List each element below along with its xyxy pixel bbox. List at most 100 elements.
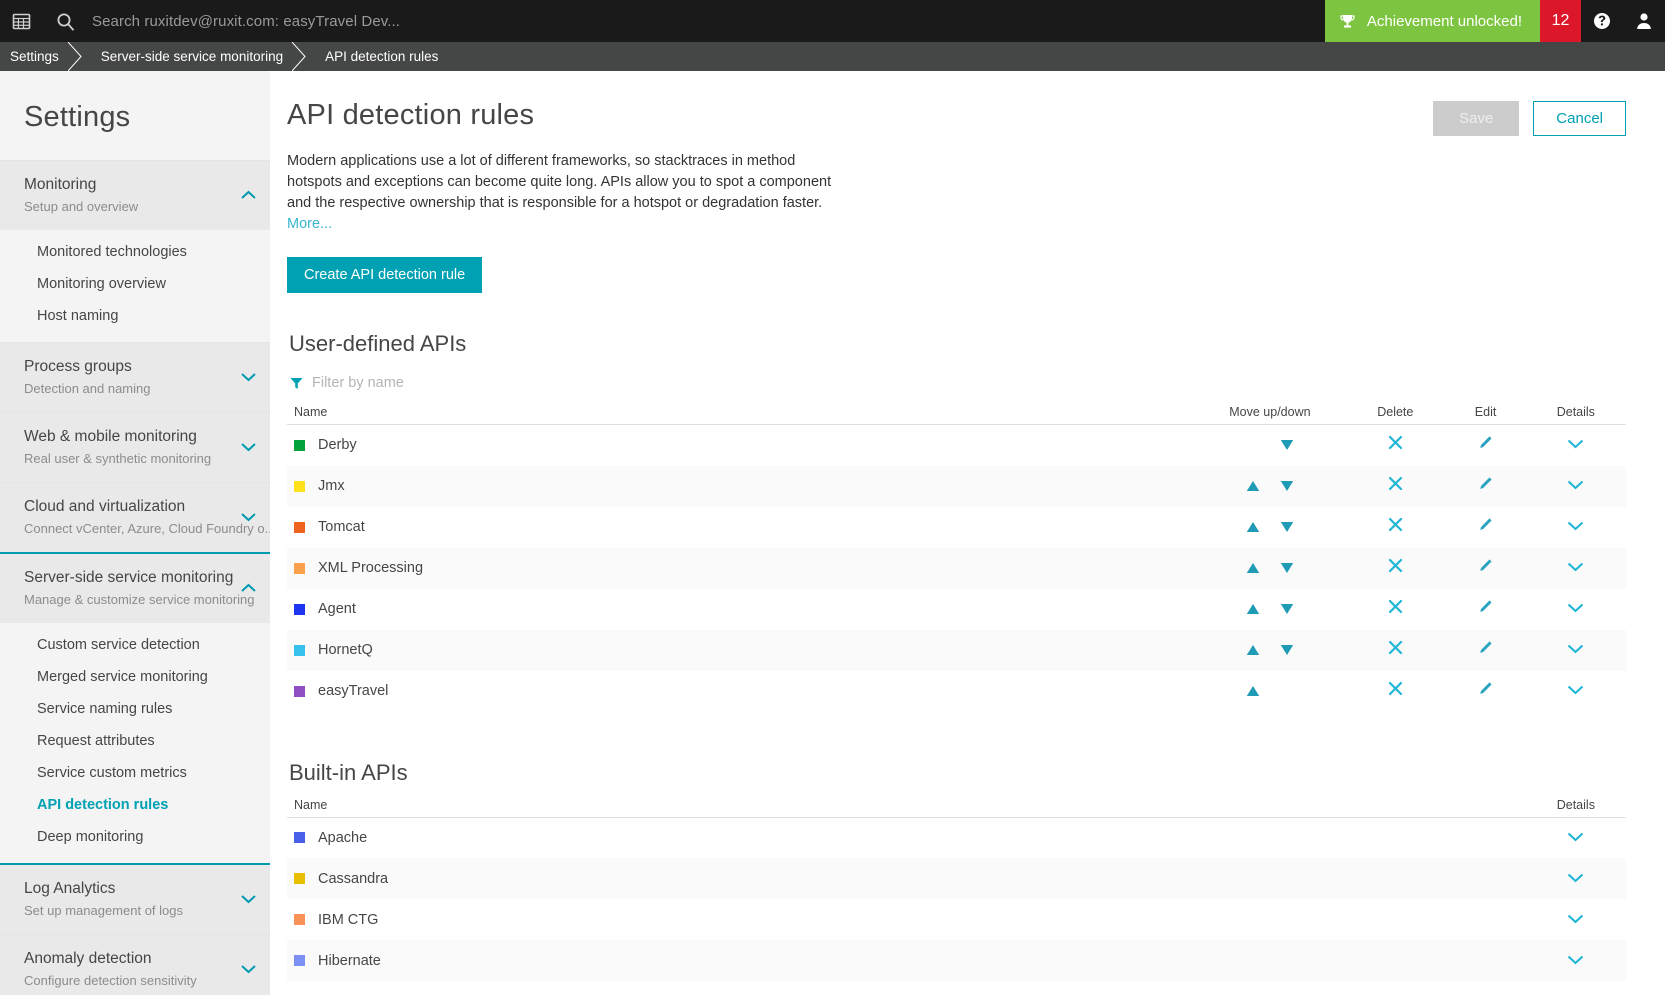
move-up-icon[interactable] bbox=[1246, 602, 1260, 616]
sidebar-group-subtitle: Configure detection sensitivity bbox=[24, 973, 197, 989]
breadcrumb-item-settings[interactable]: Settings bbox=[0, 42, 82, 71]
help-question-icon[interactable] bbox=[1581, 0, 1623, 42]
search-input[interactable]: Search ruxitdev@ruxit.com: easyTravel De… bbox=[92, 13, 400, 30]
details-chevron-down-icon[interactable] bbox=[1567, 832, 1584, 842]
sidebar-group-process-groups[interactable]: Process groups Detection and naming bbox=[0, 341, 270, 412]
move-up-icon[interactable] bbox=[1246, 561, 1260, 575]
move-down-icon[interactable] bbox=[1280, 602, 1294, 616]
cancel-button[interactable]: Cancel bbox=[1533, 101, 1626, 136]
achievement-banner[interactable]: Achievement unlocked! bbox=[1324, 0, 1540, 42]
delete-icon[interactable] bbox=[1388, 558, 1403, 573]
table-row[interactable]: Derby bbox=[287, 425, 1626, 466]
sidebar-item-deep-monitoring[interactable]: Deep monitoring bbox=[0, 821, 270, 853]
table-row[interactable]: easyTravel bbox=[287, 671, 1626, 712]
sidebar-group-anomaly-detection[interactable]: Anomaly detection Configure detection se… bbox=[0, 933, 270, 995]
settings-sidebar: Settings Monitoring Setup and overview M… bbox=[0, 71, 270, 995]
move-down-icon[interactable] bbox=[1280, 643, 1294, 657]
page-title: API detection rules bbox=[287, 99, 535, 131]
breadcrumb-item-api-detection-rules[interactable]: API detection rules bbox=[311, 42, 448, 71]
move-up-icon[interactable] bbox=[1246, 479, 1260, 493]
chevron-up-icon[interactable] bbox=[241, 583, 256, 593]
sidebar-group-cloud-and-virtualization[interactable]: Cloud and virtualization Connect vCenter… bbox=[0, 481, 270, 552]
details-chevron-down-icon[interactable] bbox=[1567, 873, 1584, 883]
table-row[interactable]: Jmx bbox=[287, 465, 1626, 507]
edit-pencil-icon[interactable] bbox=[1478, 599, 1493, 614]
edit-pencil-icon[interactable] bbox=[1478, 476, 1493, 491]
sidebar-item-monitored-technologies[interactable]: Monitored technologies bbox=[0, 236, 270, 268]
dashboard-grid-icon[interactable] bbox=[0, 0, 42, 42]
delete-icon[interactable] bbox=[1388, 435, 1403, 450]
table-row[interactable]: Hibernate bbox=[287, 940, 1626, 982]
chevron-down-icon[interactable] bbox=[241, 965, 256, 974]
move-up-icon[interactable] bbox=[1246, 684, 1260, 698]
details-chevron-down-icon[interactable] bbox=[1567, 914, 1584, 924]
table-row[interactable]: Tomcat bbox=[287, 507, 1626, 548]
sidebar-subitems-server-side: Custom service detection Merged service … bbox=[0, 622, 270, 863]
chevron-down-icon[interactable] bbox=[241, 895, 256, 904]
delete-icon[interactable] bbox=[1388, 640, 1403, 655]
chevron-up-icon[interactable] bbox=[241, 191, 256, 200]
sidebar-group-monitoring[interactable]: Monitoring Setup and overview bbox=[0, 160, 270, 230]
move-down-icon[interactable] bbox=[1280, 561, 1294, 575]
notification-count-badge[interactable]: 12 bbox=[1540, 0, 1581, 42]
delete-icon[interactable] bbox=[1388, 681, 1403, 696]
table-row[interactable]: HornetQ bbox=[287, 629, 1626, 671]
sidebar-group-server-side-service-monitoring[interactable]: Server-side service monitoring Manage & … bbox=[0, 551, 270, 623]
sidebar-item-monitoring-overview[interactable]: Monitoring overview bbox=[0, 268, 270, 300]
edit-pencil-icon[interactable] bbox=[1478, 435, 1493, 450]
move-down-icon[interactable] bbox=[1280, 438, 1294, 452]
filter-by-name-input[interactable] bbox=[312, 375, 532, 392]
table-row[interactable]: IBM CTG bbox=[287, 899, 1626, 940]
save-button[interactable]: Save bbox=[1433, 101, 1520, 136]
edit-pencil-icon[interactable] bbox=[1478, 681, 1493, 696]
move-down-icon[interactable] bbox=[1280, 520, 1294, 534]
api-name: Tomcat bbox=[318, 519, 365, 536]
delete-icon[interactable] bbox=[1388, 599, 1403, 614]
user-avatar-icon[interactable] bbox=[1623, 0, 1665, 42]
details-chevron-down-icon[interactable] bbox=[1567, 644, 1584, 654]
sidebar-group-log-analytics[interactable]: Log Analytics Set up management of logs bbox=[0, 862, 270, 934]
sidebar-item-service-naming-rules[interactable]: Service naming rules bbox=[0, 693, 270, 725]
chevron-down-icon[interactable] bbox=[241, 513, 256, 522]
table-row[interactable]: Cassandra bbox=[287, 858, 1626, 900]
details-chevron-down-icon[interactable] bbox=[1567, 955, 1584, 965]
details-chevron-down-icon[interactable] bbox=[1567, 480, 1584, 490]
api-name: Hibernate bbox=[318, 952, 381, 969]
sidebar-item-host-naming[interactable]: Host naming bbox=[0, 300, 270, 332]
details-chevron-down-icon[interactable] bbox=[1567, 685, 1584, 695]
sidebar-item-service-custom-metrics[interactable]: Service custom metrics bbox=[0, 757, 270, 789]
details-chevron-down-icon[interactable] bbox=[1567, 603, 1584, 613]
details-chevron-down-icon[interactable] bbox=[1567, 521, 1584, 531]
create-api-detection-rule-button[interactable]: Create API detection rule bbox=[287, 257, 483, 294]
search-icon bbox=[56, 12, 75, 31]
move-up-icon[interactable] bbox=[1246, 643, 1260, 657]
api-color-swatch bbox=[294, 832, 305, 844]
sidebar-item-api-detection-rules[interactable]: API detection rules bbox=[0, 789, 270, 821]
edit-pencil-icon[interactable] bbox=[1478, 640, 1493, 655]
edit-pencil-icon[interactable] bbox=[1478, 558, 1493, 573]
delete-icon[interactable] bbox=[1388, 517, 1403, 532]
chevron-down-icon[interactable] bbox=[241, 373, 256, 382]
table-row[interactable]: XML Processing bbox=[287, 547, 1626, 589]
sidebar-group-subtitle: Set up management of logs bbox=[24, 903, 183, 919]
global-search[interactable]: Search ruxitdev@ruxit.com: easyTravel De… bbox=[56, 12, 400, 31]
sidebar-item-merged-service-monitoring[interactable]: Merged service monitoring bbox=[0, 661, 270, 693]
edit-pencil-icon[interactable] bbox=[1478, 517, 1493, 532]
chevron-down-icon[interactable] bbox=[241, 443, 256, 452]
more-link[interactable]: More... bbox=[287, 216, 332, 232]
sidebar-group-title: Monitoring bbox=[24, 176, 97, 193]
table-row[interactable]: Agent bbox=[287, 589, 1626, 630]
sidebar-group-web-mobile-monitoring[interactable]: Web & mobile monitoring Real user & synt… bbox=[0, 411, 270, 482]
move-up-icon[interactable] bbox=[1246, 520, 1260, 534]
sidebar-title: Settings bbox=[24, 101, 131, 133]
built-in-apis-table: Name Details Apache Cassandra IBM CTG Hi… bbox=[287, 797, 1626, 982]
delete-icon[interactable] bbox=[1388, 476, 1403, 491]
move-down-icon[interactable] bbox=[1280, 479, 1294, 493]
table-row[interactable]: Apache bbox=[287, 817, 1626, 858]
breadcrumb-item-server-side-service-monitoring[interactable]: Server-side service monitoring bbox=[87, 42, 306, 71]
details-chevron-down-icon[interactable] bbox=[1567, 439, 1584, 449]
sidebar-item-custom-service-detection[interactable]: Custom service detection bbox=[0, 629, 270, 661]
sidebar-item-request-attributes[interactable]: Request attributes bbox=[0, 725, 270, 757]
api-name: Apache bbox=[318, 829, 368, 846]
details-chevron-down-icon[interactable] bbox=[1567, 562, 1584, 572]
